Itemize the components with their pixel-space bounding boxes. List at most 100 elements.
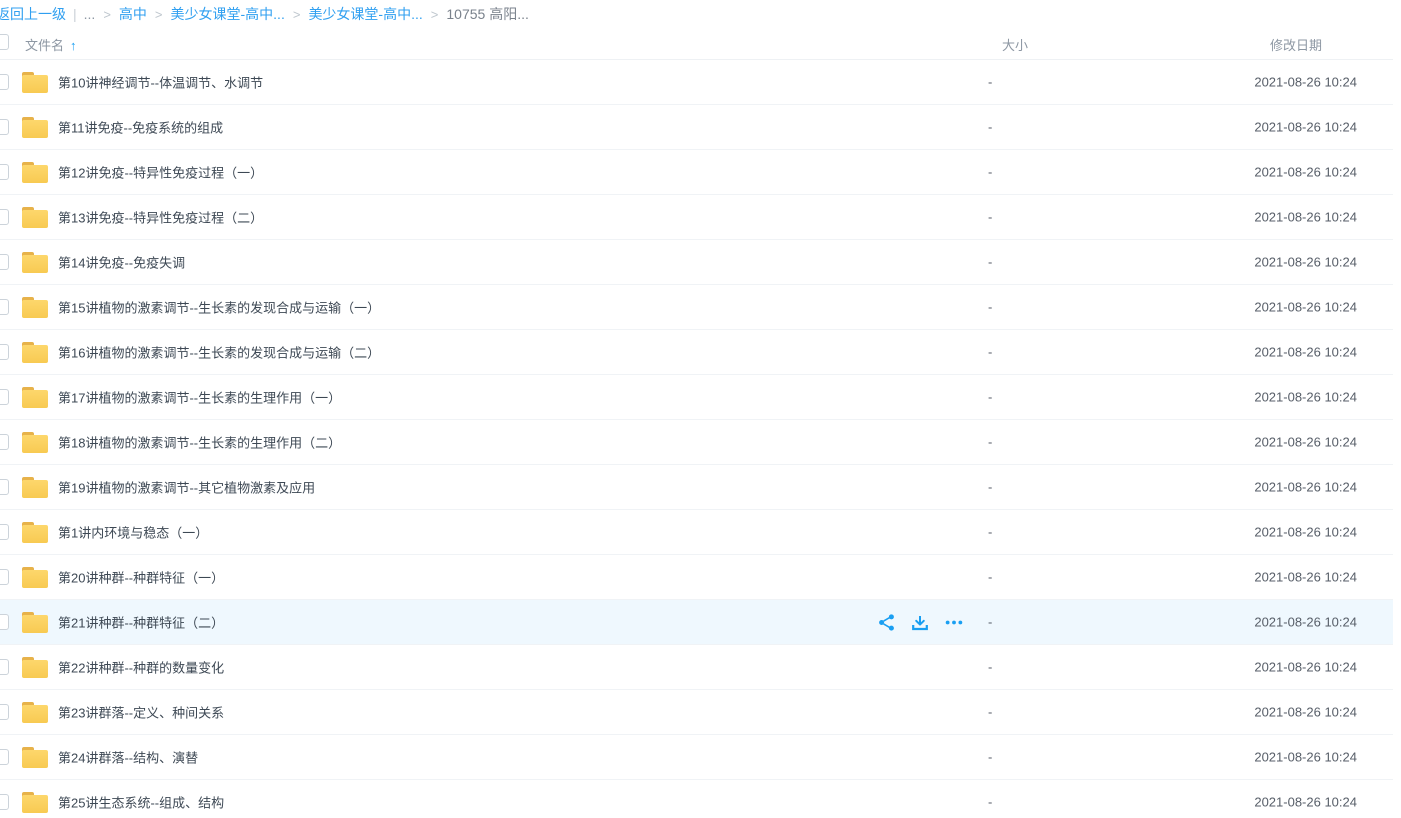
file-size: -	[988, 615, 992, 630]
folder-icon	[22, 702, 48, 723]
table-row[interactable]: 第12讲免疫--特异性免疫过程（一） - 2021-08-26 10:24	[0, 150, 1393, 195]
file-name-link[interactable]: 第15讲植物的激素调节--生长素的发现合成与运输（一）	[58, 298, 380, 317]
file-date: 2021-08-26 10:24	[1254, 300, 1357, 315]
file-name-link[interactable]: 第18讲植物的激素调节--生长素的生理作用（二）	[58, 433, 341, 452]
row-checkbox[interactable]	[0, 704, 9, 720]
table-row[interactable]: 第13讲免疫--特异性免疫过程（二） - 2021-08-26 10:24	[0, 195, 1393, 240]
breadcrumb-link-1[interactable]: 美少女课堂-高中...	[171, 6, 285, 22]
breadcrumb-back-link[interactable]: 返回上一级	[0, 6, 66, 22]
table-row[interactable]: 第24讲群落--结构、演替 - 2021-08-26 10:24	[0, 735, 1393, 780]
breadcrumb-link-2[interactable]: 美少女课堂-高中...	[308, 6, 422, 22]
row-checkbox[interactable]	[0, 254, 9, 270]
file-size: -	[988, 165, 992, 180]
row-checkbox[interactable]	[0, 389, 9, 405]
file-date: 2021-08-26 10:24	[1254, 345, 1357, 360]
folder-icon	[22, 657, 48, 678]
file-date: 2021-08-26 10:24	[1254, 615, 1357, 630]
file-date: 2021-08-26 10:24	[1254, 75, 1357, 90]
table-row[interactable]: 第23讲群落--定义、种间关系 - 2021-08-26 10:24	[0, 690, 1393, 735]
table-row[interactable]: 第14讲免疫--免疫失调 - 2021-08-26 10:24	[0, 240, 1393, 285]
file-size: -	[988, 570, 992, 585]
file-size: -	[988, 75, 992, 90]
file-name-link[interactable]: 第25讲生态系统--组成、结构	[58, 793, 224, 812]
folder-icon	[22, 72, 48, 93]
file-name-link[interactable]: 第1讲内环境与稳态（一）	[58, 523, 208, 542]
file-name-link[interactable]: 第20讲种群--种群特征（一）	[58, 568, 224, 587]
file-name-link[interactable]: 第24讲群落--结构、演替	[58, 748, 198, 767]
breadcrumb-separator: >	[431, 7, 439, 22]
file-size: -	[988, 210, 992, 225]
file-size: -	[988, 750, 992, 765]
more-actions-icon[interactable]	[944, 613, 964, 633]
breadcrumb-collapsed[interactable]: ...	[84, 6, 96, 22]
row-checkbox[interactable]	[0, 794, 9, 810]
file-name-link[interactable]: 第23讲群落--定义、种间关系	[58, 703, 224, 722]
row-checkbox[interactable]	[0, 119, 9, 135]
file-date: 2021-08-26 10:24	[1254, 255, 1357, 270]
table-row[interactable]: 第18讲植物的激素调节--生长素的生理作用（二） - 2021-08-26 10…	[0, 420, 1393, 465]
file-date: 2021-08-26 10:24	[1254, 480, 1357, 495]
folder-icon	[22, 207, 48, 228]
table-row[interactable]: 第10讲神经调节--体温调节、水调节 - 2021-08-26 10:24	[0, 60, 1393, 105]
column-header-size[interactable]: 大小	[1002, 35, 1028, 54]
row-checkbox[interactable]	[0, 299, 9, 315]
breadcrumb-separator: >	[293, 7, 301, 22]
share-icon[interactable]	[876, 613, 896, 633]
breadcrumb-link-0[interactable]: 高中	[119, 6, 147, 22]
file-name-link[interactable]: 第10讲神经调节--体温调节、水调节	[58, 73, 263, 92]
breadcrumb-separator: >	[155, 7, 163, 22]
folder-icon	[22, 477, 48, 498]
row-checkbox[interactable]	[0, 659, 9, 675]
file-name-link[interactable]: 第11讲免疫--免疫系统的组成	[58, 118, 223, 137]
folder-icon	[22, 162, 48, 183]
table-row[interactable]: 第17讲植物的激素调节--生长素的生理作用（一） - 2021-08-26 10…	[0, 375, 1393, 420]
file-size: -	[988, 255, 992, 270]
row-checkbox[interactable]	[0, 569, 9, 585]
select-all-checkbox[interactable]	[0, 34, 9, 50]
folder-icon	[22, 522, 48, 543]
column-header-date[interactable]: 修改日期	[1270, 35, 1322, 54]
file-date: 2021-08-26 10:24	[1254, 390, 1357, 405]
breadcrumb-current: 10755 高阳...	[446, 6, 529, 22]
file-date: 2021-08-26 10:24	[1254, 165, 1357, 180]
row-checkbox[interactable]	[0, 524, 9, 540]
row-checkbox[interactable]	[0, 74, 9, 90]
table-row[interactable]: 第16讲植物的激素调节--生长素的发现合成与运输（二） - 2021-08-26…	[0, 330, 1393, 375]
table-row[interactable]: 第11讲免疫--免疫系统的组成 - 2021-08-26 10:24	[0, 105, 1393, 150]
folder-icon	[22, 387, 48, 408]
file-size: -	[988, 390, 992, 405]
file-name-link[interactable]: 第19讲植物的激素调节--其它植物激素及应用	[58, 478, 315, 497]
file-name-link[interactable]: 第22讲种群--种群的数量变化	[58, 658, 224, 677]
table-row[interactable]: 第15讲植物的激素调节--生长素的发现合成与运输（一） - 2021-08-26…	[0, 285, 1393, 330]
row-checkbox[interactable]	[0, 749, 9, 765]
column-header-name[interactable]: 文件名↑	[25, 35, 77, 54]
file-size: -	[988, 480, 992, 495]
file-name-link[interactable]: 第21讲种群--种群特征（二）	[58, 613, 224, 632]
file-name-link[interactable]: 第17讲植物的激素调节--生长素的生理作用（一）	[58, 388, 341, 407]
table-row[interactable]: 第19讲植物的激素调节--其它植物激素及应用 - 2021-08-26 10:2…	[0, 465, 1393, 510]
table-row[interactable]: 第21讲种群--种群特征（二）	[0, 600, 1393, 645]
file-name-link[interactable]: 第12讲免疫--特异性免疫过程（一）	[58, 163, 263, 182]
file-date: 2021-08-26 10:24	[1254, 570, 1357, 585]
file-name-link[interactable]: 第16讲植物的激素调节--生长素的发现合成与运输（二）	[58, 343, 380, 362]
row-checkbox[interactable]	[0, 344, 9, 360]
file-name-link[interactable]: 第14讲免疫--免疫失调	[58, 253, 185, 272]
table-row[interactable]: 第20讲种群--种群特征（一） - 2021-08-26 10:24	[0, 555, 1393, 600]
sort-ascending-icon[interactable]: ↑	[70, 38, 77, 53]
list-header: 文件名↑ 大小 修改日期	[0, 26, 1393, 60]
row-checkbox[interactable]	[0, 614, 9, 630]
download-icon[interactable]	[910, 613, 930, 633]
row-checkbox[interactable]	[0, 164, 9, 180]
file-size: -	[988, 345, 992, 360]
file-date: 2021-08-26 10:24	[1254, 120, 1357, 135]
table-row[interactable]: 第22讲种群--种群的数量变化 - 2021-08-26 10:24	[0, 645, 1393, 690]
file-date: 2021-08-26 10:24	[1254, 210, 1357, 225]
breadcrumb-pipe: |	[73, 6, 77, 22]
row-checkbox[interactable]	[0, 479, 9, 495]
file-name-link[interactable]: 第13讲免疫--特异性免疫过程（二）	[58, 208, 263, 227]
row-checkbox[interactable]	[0, 434, 9, 450]
row-checkbox[interactable]	[0, 209, 9, 225]
table-row[interactable]: 第25讲生态系统--组成、结构 - 2021-08-26 10:24	[0, 780, 1393, 818]
folder-icon	[22, 792, 48, 813]
table-row[interactable]: 第1讲内环境与稳态（一） - 2021-08-26 10:24	[0, 510, 1393, 555]
